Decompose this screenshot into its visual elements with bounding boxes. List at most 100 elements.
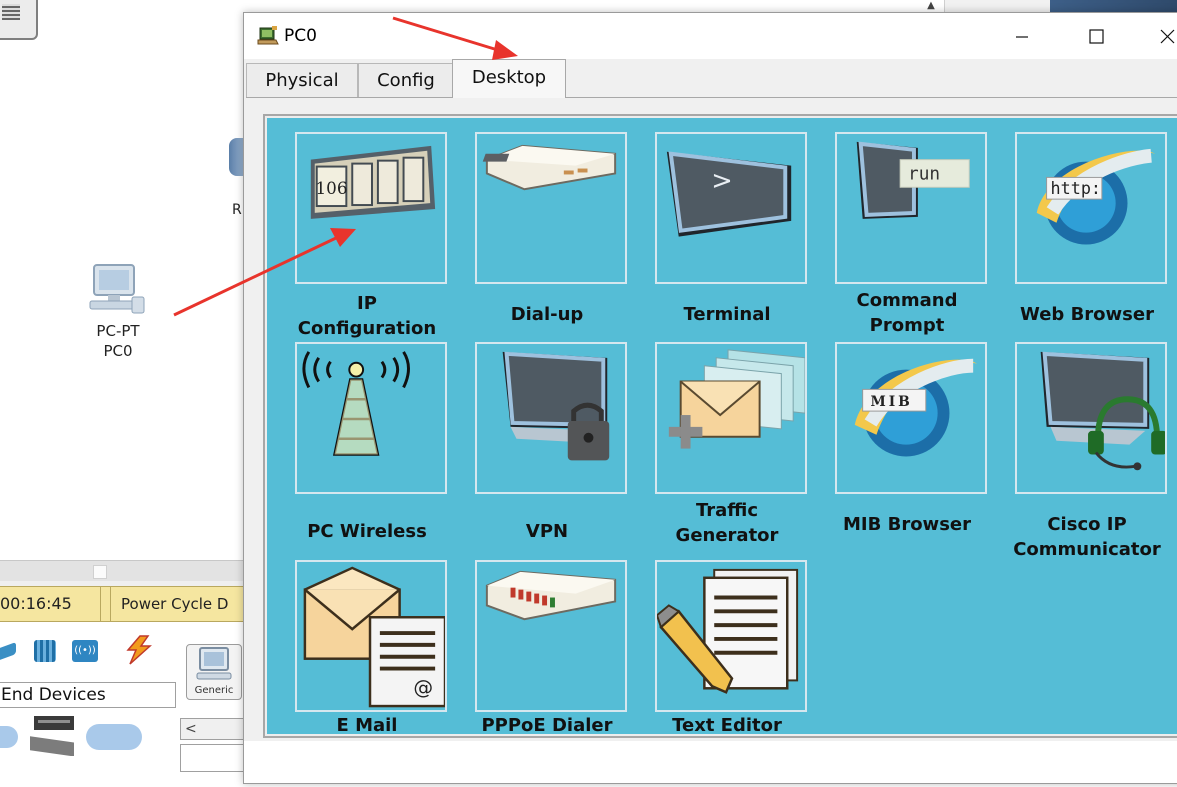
scroll-up-icon[interactable]: ▲ — [920, 0, 942, 12]
pc-app-icon — [257, 26, 279, 45]
device-horizontal-scrollbar[interactable]: < — [180, 718, 246, 740]
app-pc-wireless-tile[interactable] — [295, 342, 447, 494]
desktop-area: 106 IP Configuration Dial-up > Terminal ru… — [267, 118, 1177, 736]
app-label-line: Generator — [675, 525, 779, 546]
device-name-box — [180, 744, 246, 772]
svg-text:http:: http: — [1051, 178, 1101, 198]
modem-icon — [482, 144, 617, 191]
app-label-line: Terminal — [683, 304, 771, 325]
device-type-selection: ((•)) End Devices Generic < — [0, 622, 246, 787]
tab-config[interactable]: Config — [358, 63, 454, 97]
device-subcategory-icons — [0, 712, 170, 762]
window-title: PC0 — [284, 26, 317, 46]
panel-split-handle[interactable] — [0, 560, 244, 581]
app-label-line: PPPoE Dialer — [481, 715, 613, 736]
svg-text:run: run — [908, 164, 940, 184]
app-label-line: PC Wireless — [307, 521, 427, 542]
app-ip-configuration-tile[interactable]: 106 — [295, 132, 447, 284]
app-pppoe-dialer-label[interactable]: PPPoE Dialer — [452, 713, 642, 738]
server-device-icon[interactable] — [28, 712, 80, 756]
wireless-tower-icon — [302, 351, 410, 456]
svg-text:@: @ — [413, 676, 433, 699]
connections-category-icon[interactable] — [120, 634, 156, 666]
minimize-button[interactable] — [1000, 17, 1044, 55]
realtime-bar: 00:16:45 Power Cycle D — [0, 586, 244, 622]
simulation-timer: 00:16:45 — [0, 587, 101, 621]
app-text-editor-tile[interactable] — [655, 560, 807, 712]
text-editor-icon — [657, 568, 799, 694]
app-label-line: Text Editor — [672, 715, 782, 736]
wireless-category-icon[interactable]: ((•)) — [72, 640, 98, 662]
app-vpn-tile[interactable] — [475, 342, 627, 494]
switch-category-icon[interactable] — [34, 640, 56, 662]
app-label-line: VPN — [525, 521, 569, 542]
app-web-browser-tile[interactable]: http: — [1015, 132, 1167, 284]
pc0-device-window: PC0 Physical Config Desktop 106 IP Config… — [243, 12, 1177, 784]
app-terminal-tile[interactable]: > — [655, 132, 807, 284]
window-footer — [244, 741, 1177, 783]
app-label-line: Traffic — [695, 500, 759, 521]
app-traffic-generator-label[interactable]: Traffic Generator — [632, 498, 822, 548]
generic-pc-icon — [196, 647, 232, 680]
bottom-toolbox-panel: 00:16:45 Power Cycle D ((•)) End Devices — [0, 560, 246, 787]
app-command-prompt-tile[interactable]: run — [835, 132, 987, 284]
device-category-icons: ((•)) — [0, 630, 175, 666]
app-mib-browser-tile[interactable]: MIB — [835, 342, 987, 494]
desktop-wallpaper-strip — [1050, 0, 1177, 12]
multiuser-cloud-icon[interactable] — [86, 724, 142, 750]
app-label-line: IP — [357, 293, 377, 314]
app-label-line: Dial-up — [510, 304, 584, 325]
app-pppoe-dialer-tile[interactable] — [475, 560, 627, 712]
app-command-prompt-label[interactable]: Command Prompt — [812, 288, 1002, 338]
pc-model-label: PC-PT — [96, 322, 140, 340]
close-button[interactable] — [1146, 17, 1177, 55]
device-tab-bar: Physical Config Desktop — [246, 59, 1177, 98]
power-cycle-button[interactable]: Power Cycle D — [110, 587, 228, 621]
app-label-line: E Mail — [336, 715, 398, 736]
app-vpn-label[interactable]: VPN — [452, 519, 642, 544]
command-prompt-icon: run — [856, 141, 970, 219]
svg-text:106: 106 — [316, 178, 348, 198]
app-mib-browser-label[interactable]: MIB Browser — [812, 512, 1002, 537]
app-label-line: Web Browser — [1020, 304, 1154, 325]
scroll-left-icon[interactable]: < — [185, 719, 197, 739]
app-pc-wireless-label[interactable]: PC Wireless — [272, 519, 462, 544]
app-web-browser-label[interactable]: Web Browser — [992, 302, 1177, 327]
app-label-line: Cisco IP — [1047, 514, 1127, 535]
app-label-line: Command — [856, 290, 958, 311]
app-label-line: Configuration — [297, 318, 437, 339]
generic-device-label: Generic — [194, 685, 234, 696]
terminal-icon: > — [666, 151, 792, 237]
app-label-line: MIB Browser — [843, 514, 971, 535]
window-titlebar[interactable]: PC0 — [244, 13, 1177, 59]
pc-device-label: PC-PT PC0 — [82, 321, 154, 361]
ip-configuration-icon: 106 — [310, 145, 436, 219]
hub-category-icon[interactable] — [0, 641, 16, 663]
web-browser-icon: http: — [1036, 148, 1156, 245]
app-ip-configuration-label[interactable]: IP Configuration — [272, 291, 462, 341]
pc-name-label: PC0 — [103, 342, 133, 360]
vpn-lock-icon — [502, 351, 610, 461]
maximize-button[interactable] — [1075, 17, 1119, 55]
app-dial-up-tile[interactable] — [475, 132, 627, 284]
app-dial-up-label[interactable]: Dial-up — [452, 302, 642, 327]
traffic-generator-icon — [668, 349, 805, 449]
app-email-tile[interactable]: @ — [295, 560, 447, 712]
app-text-editor-label[interactable]: Text Editor — [632, 713, 822, 738]
pc-device-icon[interactable] — [84, 263, 146, 317]
app-traffic-generator-tile[interactable] — [655, 342, 807, 494]
svg-text:MIB: MIB — [871, 394, 913, 410]
router-label: R — [232, 202, 242, 218]
tab-physical[interactable]: Physical — [246, 63, 358, 97]
email-icon: @ — [303, 566, 445, 708]
app-label-line: Prompt — [869, 315, 945, 336]
app-email-label[interactable]: E Mail — [272, 713, 462, 738]
cloud-device-icon[interactable] — [0, 726, 18, 748]
app-terminal-label[interactable]: Terminal — [632, 302, 822, 327]
pppoe-router-icon — [485, 570, 617, 621]
generic-pc-device[interactable]: Generic — [186, 644, 242, 700]
switch-device-icon[interactable] — [0, 0, 38, 40]
app-cisco-ip-communicator-tile[interactable] — [1015, 342, 1167, 494]
tab-desktop[interactable]: Desktop — [452, 59, 566, 98]
app-cisco-ip-communicator-label[interactable]: Cisco IP Communicator — [992, 512, 1177, 562]
